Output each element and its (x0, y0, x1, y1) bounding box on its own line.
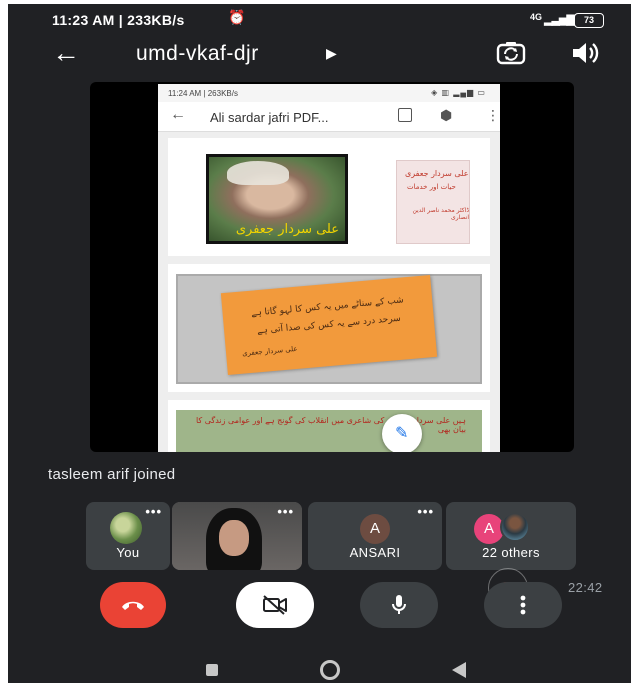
call-timer: 22:42 (568, 580, 603, 595)
signal-icon: ▂▃▅▇ (544, 14, 575, 26)
quote-author: علی سردار جعفری (241, 344, 298, 358)
shared-toolbar: ← Ali sardar jafri PDF... ⬢ ⋮ (158, 102, 500, 132)
avatar: A (360, 514, 390, 544)
join-notification: tasleem arif joined (48, 466, 176, 483)
author-portrait: علی سردار جعفری (206, 154, 348, 244)
shared-status-icons: ◈ ▥ ▂▄▆ ▭ (431, 88, 486, 97)
participant-tile-ansari[interactable]: ••• A ANSARI (308, 502, 442, 570)
page-3-text: ہیں علی سردار جعفری کی شاعری میں انقلاب … (195, 416, 466, 434)
network-type: 4G (530, 12, 543, 22)
screen-share-view[interactable]: 11:24 AM | 263KB/s ◈ ▥ ▂▄▆ ▭ ← Ali sarda… (90, 82, 574, 452)
participant-name: You (116, 545, 140, 560)
pencil-icon: ✎ (395, 425, 409, 442)
microphone-icon (392, 595, 406, 614)
participant-tile-others[interactable]: A 22 others (446, 502, 576, 570)
video-face (219, 520, 249, 556)
shared-status-time: 11:24 AM | 263KB/s (168, 89, 238, 98)
document-page-2: شب کے سناٹے میں یہ کس کا لہو گاتا ہے سرح… (168, 264, 490, 392)
participant-name: 22 others (482, 545, 540, 560)
more-options-icon[interactable]: ••• (277, 504, 294, 519)
book-cover: علی سردار جعفری حیات اور خدمات ڈاکٹر محم… (396, 160, 470, 244)
recents-icon[interactable] (206, 664, 218, 676)
cover-author: ڈاکٹر محمد ناصر الدین انصاری (412, 207, 469, 221)
home-icon[interactable] (320, 660, 340, 680)
call-header: ← umd-vkaf-djr ▶ (8, 34, 631, 78)
edit-fab: ✎ (382, 414, 422, 452)
shared-back-icon: ← (170, 106, 186, 123)
speaker-icon[interactable] (568, 38, 602, 68)
more-vertical-icon (520, 595, 526, 615)
shared-status-bar: 11:24 AM | 263KB/s ◈ ▥ ▂▄▆ ▭ (158, 84, 500, 102)
participant-tile-you[interactable]: ••• You (86, 502, 170, 570)
hang-up-icon (122, 601, 144, 610)
participant-tile-video[interactable]: ••• (172, 502, 302, 570)
document-page-1: علی سردار جعفری علی سردار جعفری حیات اور… (168, 138, 490, 256)
end-call-button[interactable] (100, 582, 166, 628)
phone-screen: 11:23 AM | 233KB/s ⏰ 4G ▂▃▅▇ 73 ← umd-vk… (8, 4, 631, 683)
more-options-icon[interactable]: ••• (145, 504, 162, 519)
shared-more-icon: ⋮ (486, 107, 500, 123)
page-3-banner: ہیں علی سردار جعفری کی شاعری میں انقلاب … (176, 410, 482, 452)
shared-search-icon (398, 108, 412, 122)
document-page-3: ہیں علی سردار جعفری کی شاعری میں انقلاب … (168, 400, 490, 452)
status-time: 11:23 AM | 233KB/s (52, 12, 185, 28)
system-nav-bar (8, 642, 631, 683)
more-options-icon[interactable]: ••• (417, 504, 434, 519)
more-options-button[interactable] (484, 582, 562, 628)
shared-drive-icon: ⬢ (440, 107, 453, 123)
caret-right-icon[interactable]: ▶ (326, 45, 337, 62)
avatar (500, 512, 530, 542)
microphone-button[interactable] (360, 582, 438, 628)
portrait-caption: علی سردار جعفری (235, 222, 339, 237)
switch-camera-icon[interactable] (494, 38, 528, 68)
camera-off-icon (263, 595, 287, 615)
battery-level: 73 (574, 13, 604, 28)
camera-toggle-button[interactable] (236, 582, 314, 628)
cover-subtitle: حیات اور خدمات (407, 183, 456, 191)
portrait-photo: علی سردار جعفری (209, 157, 345, 241)
alarm-icon: ⏰ (228, 9, 246, 25)
status-bar: 11:23 AM | 233KB/s ⏰ 4G ▂▃▅▇ 73 (8, 4, 631, 34)
meeting-code[interactable]: umd-vkaf-djr (136, 42, 259, 66)
nav-back-icon[interactable] (452, 662, 466, 678)
avatar (110, 512, 142, 544)
shared-document: 11:24 AM | 263KB/s ◈ ▥ ▂▄▆ ▭ ← Ali sarda… (158, 84, 500, 452)
shared-document-title: Ali sardar jafri PDF... (210, 110, 329, 125)
portrait-hair (227, 161, 289, 185)
participant-name: ANSARI (349, 545, 401, 560)
back-arrow-icon[interactable]: ← (52, 38, 82, 68)
cover-title: علی سردار جعفری (405, 169, 469, 178)
